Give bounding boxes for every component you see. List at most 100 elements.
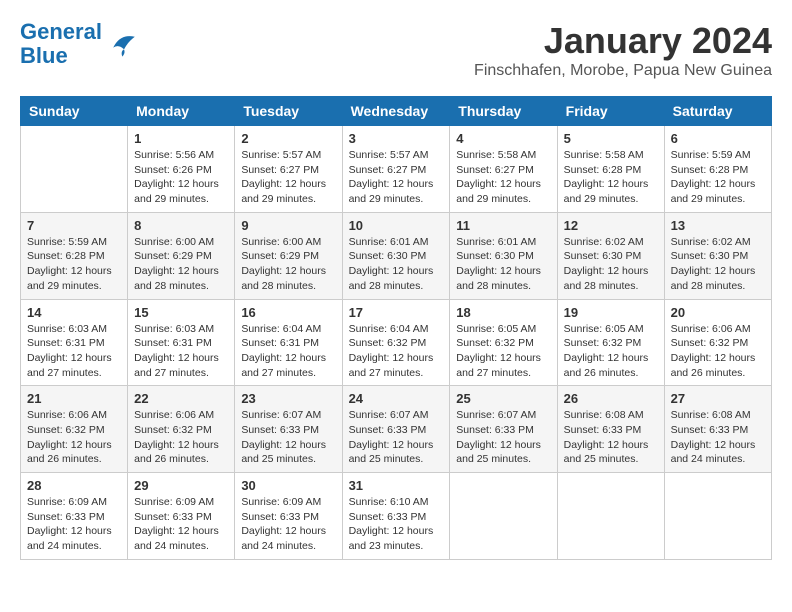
day-number: 27 — [671, 391, 765, 406]
day-number: 14 — [27, 305, 121, 320]
col-thursday: Thursday — [450, 97, 557, 126]
day-content: Sunrise: 5:59 AM Sunset: 6:28 PM Dayligh… — [671, 148, 765, 207]
table-row: 24 Sunrise: 6:07 AM Sunset: 6:33 PM Dayli… — [342, 386, 450, 473]
day-number: 12 — [564, 218, 658, 233]
table-row: 5Sunrise: 5:58 AM Sunset: 6:28 PM Daylig… — [557, 126, 664, 213]
day-content: Sunrise: 6:00 AM Sunset: 6:29 PM Dayligh… — [134, 235, 228, 294]
table-row: 18Sunrise: 6:05 AM Sunset: 6:32 PM Dayli… — [450, 299, 557, 386]
table-row: 26 Sunrise: 6:08 AM Sunset: 6:33 PM Dayli… — [557, 386, 664, 473]
day-number: 10 — [349, 218, 444, 233]
day-content: Sunrise: 6:05 AM Sunset: 6:32 PM Dayligh… — [564, 322, 658, 381]
col-wednesday: Wednesday — [342, 97, 450, 126]
day-number: 9 — [241, 218, 335, 233]
day-number: 20 — [671, 305, 765, 320]
day-content: Sunrise: 6:02 AM Sunset: 6:30 PM Dayligh… — [564, 235, 658, 294]
day-content: Sunrise: 6:08 AM Sunset: 6:33 PM Dayligh… — [564, 408, 658, 467]
logo-text: General Blue — [20, 20, 102, 68]
day-number: 30 — [241, 478, 335, 493]
day-content: Sunrise: 6:09 AM Sunset: 6:33 PM Dayligh… — [134, 495, 228, 554]
table-row: 25Sunrise: 6:07 AM Sunset: 6:33 PM Dayli… — [450, 386, 557, 473]
day-content: Sunrise: 6:04 AM Sunset: 6:32 PM Dayligh… — [349, 322, 444, 381]
day-content: Sunrise: 6:07 AM Sunset: 6:33 PM Dayligh… — [456, 408, 550, 467]
day-number: 24 — [349, 391, 444, 406]
col-sunday: Sunday — [21, 97, 128, 126]
day-number: 11 — [456, 218, 550, 233]
day-content: Sunrise: 6:08 AM Sunset: 6:33 PM Dayligh… — [671, 408, 765, 467]
table-row: 22 Sunrise: 6:06 AM Sunset: 6:32 PM Dayli… — [128, 386, 235, 473]
day-content: Sunrise: 6:09 AM Sunset: 6:33 PM Dayligh… — [27, 495, 121, 554]
day-content: Sunrise: 6:06 AM Sunset: 6:32 PM Dayligh… — [134, 408, 228, 467]
page-header: General Blue January 2024 Finschhafen, M… — [20, 20, 772, 80]
table-row: 6Sunrise: 5:59 AM Sunset: 6:28 PM Daylig… — [664, 126, 771, 213]
table-row: 4 Sunrise: 5:58 AM Sunset: 6:27 PM Daylig… — [450, 126, 557, 213]
day-content: Sunrise: 6:06 AM Sunset: 6:32 PM Dayligh… — [671, 322, 765, 381]
day-content: Sunrise: 5:57 AM Sunset: 6:27 PM Dayligh… — [349, 148, 444, 207]
table-row: 2 Sunrise: 5:57 AM Sunset: 6:27 PM Daylig… — [235, 126, 342, 213]
day-number: 1 — [134, 131, 228, 146]
day-number: 23 — [241, 391, 335, 406]
day-number: 16 — [241, 305, 335, 320]
col-friday: Friday — [557, 97, 664, 126]
table-row: 15Sunrise: 6:03 AM Sunset: 6:31 PM Dayli… — [128, 299, 235, 386]
table-row: 9 Sunrise: 6:00 AM Sunset: 6:29 PM Daylig… — [235, 212, 342, 299]
table-row: 3 Sunrise: 5:57 AM Sunset: 6:27 PM Daylig… — [342, 126, 450, 213]
table-row — [450, 473, 557, 560]
logo: General Blue — [20, 20, 142, 68]
table-row: 11 Sunrise: 6:01 AM Sunset: 6:30 PM Dayli… — [450, 212, 557, 299]
table-row: 29 Sunrise: 6:09 AM Sunset: 6:33 PM Dayli… — [128, 473, 235, 560]
location-subtitle: Finschhafen, Morobe, Papua New Guinea — [474, 62, 772, 80]
day-number: 2 — [241, 131, 335, 146]
day-content: Sunrise: 6:01 AM Sunset: 6:30 PM Dayligh… — [456, 235, 550, 294]
col-saturday: Saturday — [664, 97, 771, 126]
calendar-table: Sunday Monday Tuesday Wednesday Thursday… — [20, 96, 772, 560]
day-number: 13 — [671, 218, 765, 233]
table-row: 14 Sunrise: 6:03 AM Sunset: 6:31 PM Dayli… — [21, 299, 128, 386]
day-content: Sunrise: 6:03 AM Sunset: 6:31 PM Dayligh… — [134, 322, 228, 381]
table-row — [557, 473, 664, 560]
table-row: 17 Sunrise: 6:04 AM Sunset: 6:32 PM Dayli… — [342, 299, 450, 386]
day-number: 22 — [134, 391, 228, 406]
day-content: Sunrise: 6:02 AM Sunset: 6:30 PM Dayligh… — [671, 235, 765, 294]
table-row: 1Sunrise: 5:56 AM Sunset: 6:26 PM Daylig… — [128, 126, 235, 213]
calendar-week-row: 1Sunrise: 5:56 AM Sunset: 6:26 PM Daylig… — [21, 126, 772, 213]
day-content: Sunrise: 6:01 AM Sunset: 6:30 PM Dayligh… — [349, 235, 444, 294]
calendar-week-row: 21 Sunrise: 6:06 AM Sunset: 6:32 PM Dayli… — [21, 386, 772, 473]
day-content: Sunrise: 5:58 AM Sunset: 6:27 PM Dayligh… — [456, 148, 550, 207]
table-row: 13 Sunrise: 6:02 AM Sunset: 6:30 PM Dayli… — [664, 212, 771, 299]
day-content: Sunrise: 6:03 AM Sunset: 6:31 PM Dayligh… — [27, 322, 121, 381]
calendar-week-row: 28 Sunrise: 6:09 AM Sunset: 6:33 PM Dayli… — [21, 473, 772, 560]
day-number: 21 — [27, 391, 121, 406]
table-row: 20 Sunrise: 6:06 AM Sunset: 6:32 PM Dayli… — [664, 299, 771, 386]
table-row: 28 Sunrise: 6:09 AM Sunset: 6:33 PM Dayli… — [21, 473, 128, 560]
day-content: Sunrise: 5:57 AM Sunset: 6:27 PM Dayligh… — [241, 148, 335, 207]
col-tuesday: Tuesday — [235, 97, 342, 126]
calendar-header-row: Sunday Monday Tuesday Wednesday Thursday… — [21, 97, 772, 126]
table-row: 8 Sunrise: 6:00 AM Sunset: 6:29 PM Daylig… — [128, 212, 235, 299]
table-row: 23 Sunrise: 6:07 AM Sunset: 6:33 PM Dayli… — [235, 386, 342, 473]
day-content: Sunrise: 6:09 AM Sunset: 6:33 PM Dayligh… — [241, 495, 335, 554]
day-number: 3 — [349, 131, 444, 146]
day-content: Sunrise: 5:59 AM Sunset: 6:28 PM Dayligh… — [27, 235, 121, 294]
day-number: 18 — [456, 305, 550, 320]
day-number: 26 — [564, 391, 658, 406]
day-content: Sunrise: 6:04 AM Sunset: 6:31 PM Dayligh… — [241, 322, 335, 381]
month-year-title: January 2024 — [474, 20, 772, 62]
table-row — [664, 473, 771, 560]
table-row: 21Sunrise: 6:06 AM Sunset: 6:32 PM Dayli… — [21, 386, 128, 473]
day-number: 5 — [564, 131, 658, 146]
day-number: 8 — [134, 218, 228, 233]
table-row: 30 Sunrise: 6:09 AM Sunset: 6:33 PM Dayli… — [235, 473, 342, 560]
calendar-week-row: 7Sunrise: 5:59 AM Sunset: 6:28 PM Daylig… — [21, 212, 772, 299]
day-content: Sunrise: 6:10 AM Sunset: 6:33 PM Dayligh… — [349, 495, 444, 554]
day-number: 28 — [27, 478, 121, 493]
table-row: 16 Sunrise: 6:04 AM Sunset: 6:31 PM Dayli… — [235, 299, 342, 386]
day-number: 17 — [349, 305, 444, 320]
day-number: 4 — [456, 131, 550, 146]
table-row: 10 Sunrise: 6:01 AM Sunset: 6:30 PM Dayli… — [342, 212, 450, 299]
day-content: Sunrise: 6:07 AM Sunset: 6:33 PM Dayligh… — [349, 408, 444, 467]
day-content: Sunrise: 6:00 AM Sunset: 6:29 PM Dayligh… — [241, 235, 335, 294]
day-content: Sunrise: 6:07 AM Sunset: 6:33 PM Dayligh… — [241, 408, 335, 467]
table-row: 31Sunrise: 6:10 AM Sunset: 6:33 PM Dayli… — [342, 473, 450, 560]
logo-bird-icon — [106, 29, 142, 59]
day-number: 29 — [134, 478, 228, 493]
